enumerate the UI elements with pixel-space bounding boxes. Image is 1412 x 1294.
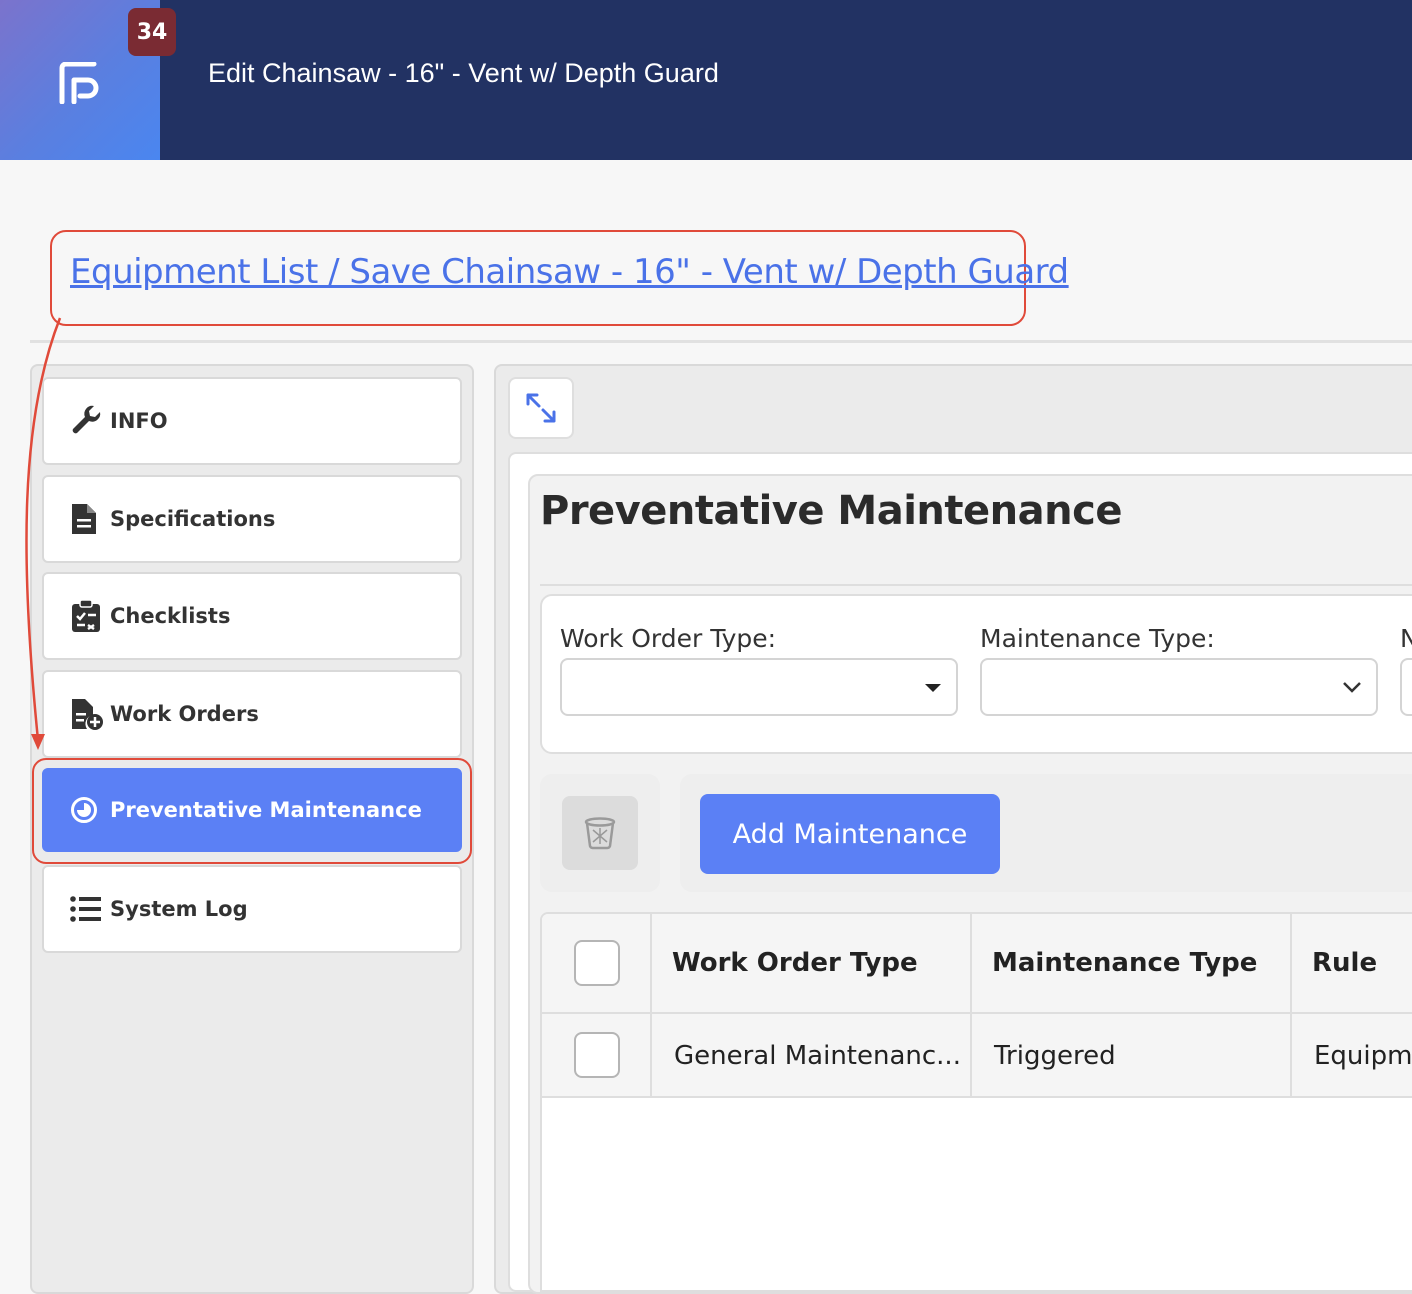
page-title: Preventative Maintenance [540,488,1122,534]
third-filter-select[interactable] [1400,658,1412,716]
select-all-checkbox[interactable] [574,940,620,986]
delete-button[interactable] [562,796,638,870]
add-maintenance-button[interactable]: Add Maintenance [700,794,1000,874]
trash-icon [584,817,616,850]
maintenance-type-label: Maintenance Type: [980,624,1215,653]
column-header-rule[interactable]: Rule [1312,948,1377,978]
chevron-down-icon [1343,682,1361,693]
maintenance-table: Work Order Type Maintenance Type Rule Ge… [540,912,1412,1292]
cell-maintenance-type: Triggered [994,1041,1116,1071]
column-divider [970,914,972,1096]
caret-down-icon [925,684,941,692]
column-divider [650,914,652,1096]
row-checkbox[interactable] [574,1032,620,1078]
column-header-work-order-type[interactable]: Work Order Type [672,948,918,978]
work-order-type-label: Work Order Type: [560,624,777,653]
work-order-type-select[interactable] [560,658,958,716]
cell-work-order-type: General Maintenanc... [674,1041,961,1071]
third-filter-label: N [1400,624,1412,653]
column-divider [1290,914,1292,1096]
maintenance-type-select[interactable] [980,658,1378,716]
table-row[interactable]: General Maintenanc... Triggered Equipme [542,1014,1412,1098]
table-header: Work Order Type Maintenance Type Rule [542,914,1412,1014]
expand-button[interactable] [508,377,574,439]
cell-rule: Equipme [1314,1041,1412,1071]
divider [540,584,1412,586]
column-header-maintenance-type[interactable]: Maintenance Type [992,948,1257,978]
expand-icon [526,393,556,423]
